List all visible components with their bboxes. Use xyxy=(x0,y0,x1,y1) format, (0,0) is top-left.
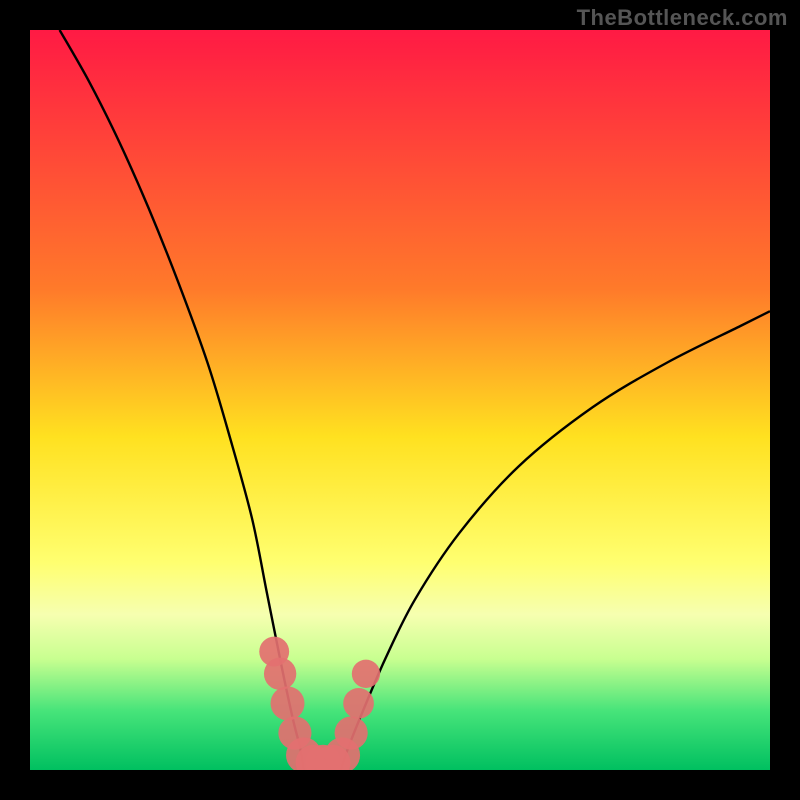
floor-marker xyxy=(271,686,305,720)
floor-marker xyxy=(343,688,374,719)
floor-marker xyxy=(335,716,368,749)
chart-frame: TheBottleneck.com xyxy=(0,0,800,800)
plot-background xyxy=(30,30,770,770)
floor-marker xyxy=(352,660,380,688)
bottleneck-chart xyxy=(0,0,800,800)
floor-marker xyxy=(264,658,296,690)
watermark-text: TheBottleneck.com xyxy=(577,5,788,31)
